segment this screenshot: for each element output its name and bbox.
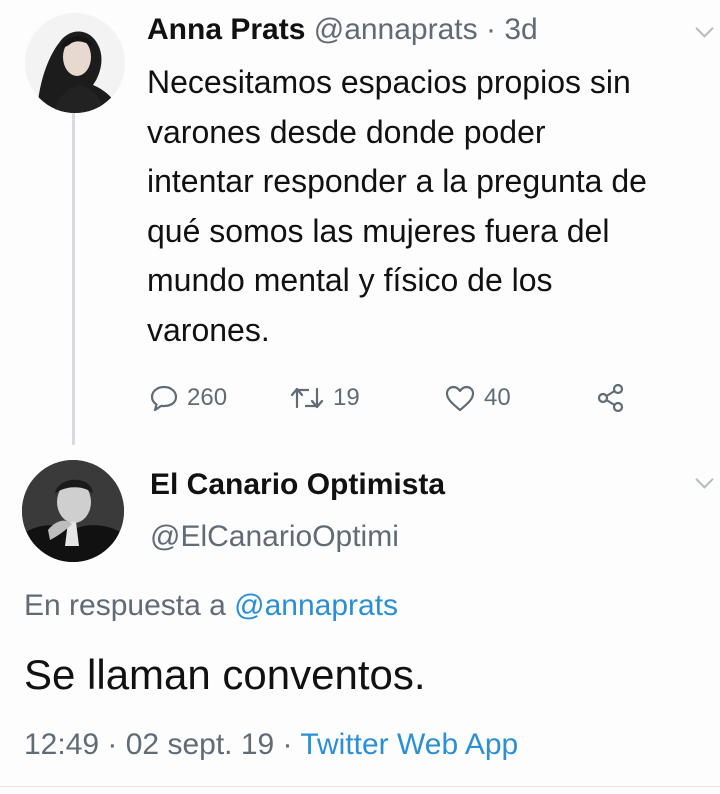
tweet-timestamp[interactable]: 3d — [504, 13, 537, 46]
tweet-line: Necesitamos espacios propios sin — [147, 64, 631, 100]
divider — [0, 786, 720, 787]
share-icon — [597, 383, 624, 413]
avatar-el-canario-optimista[interactable] — [22, 460, 124, 562]
tweet-line: qué somos las mujeres fuera del — [147, 212, 610, 249]
like-count: 40 — [484, 384, 511, 411]
avatar-anna-prats[interactable] — [25, 13, 125, 113]
tweet-time[interactable]: 12:49 — [24, 728, 99, 761]
reply-icon — [150, 385, 178, 411]
separator-dot: · — [99, 728, 126, 761]
retweet-icon — [290, 387, 324, 409]
author-handle[interactable]: @annaprats — [314, 13, 478, 46]
tweet-line: intentar responder a la pregunta de — [147, 163, 647, 199]
avatar-woman-photo — [25, 13, 125, 113]
tweet2-meta: 12:49 · 02 sept. 19 · Twitter Web App — [24, 726, 518, 764]
tweet1-header: Anna Prats @annaprats · 3d — [147, 10, 538, 50]
chevron-down-icon[interactable] — [695, 19, 714, 38]
like-button[interactable]: 40 — [445, 378, 511, 418]
avatar-man-photo — [22, 460, 124, 562]
author-handle[interactable]: @ElCanarioOptimi — [150, 518, 399, 556]
tweet2-text: Se llaman conventos. — [24, 651, 426, 698]
retweet-button[interactable]: 19 — [290, 378, 360, 418]
reply-count: 260 — [187, 384, 228, 411]
separator-dot: · — [274, 728, 301, 761]
source-link[interactable]: Twitter Web App — [300, 728, 518, 761]
author-name[interactable]: Anna Prats — [147, 13, 305, 46]
share-button[interactable] — [596, 378, 626, 418]
separator-dot: · — [485, 13, 496, 46]
reply-prefix: En respuesta a — [24, 589, 235, 622]
tweet1-text: Necesitamos espacios propios sin varones… — [147, 58, 720, 355]
tweet-line: mundo mental y físico de los — [147, 262, 553, 298]
reply-mention-link[interactable]: @annaprats — [234, 589, 398, 622]
author-name[interactable]: El Canario Optimista — [150, 466, 445, 504]
retweet-count: 19 — [333, 384, 360, 411]
tweet-date[interactable]: 02 sept. 19 — [126, 728, 274, 761]
reply-button[interactable]: 260 — [150, 378, 227, 418]
tweet-line: varones. — [147, 311, 270, 348]
heart-icon — [445, 385, 475, 411]
tweet-line: varones desde donde poder — [147, 113, 546, 150]
reply-context: En respuesta a @annaprats — [24, 587, 398, 625]
chevron-down-icon[interactable] — [695, 470, 714, 489]
tweet1-action-bar: 260 19 40 — [0, 378, 720, 418]
